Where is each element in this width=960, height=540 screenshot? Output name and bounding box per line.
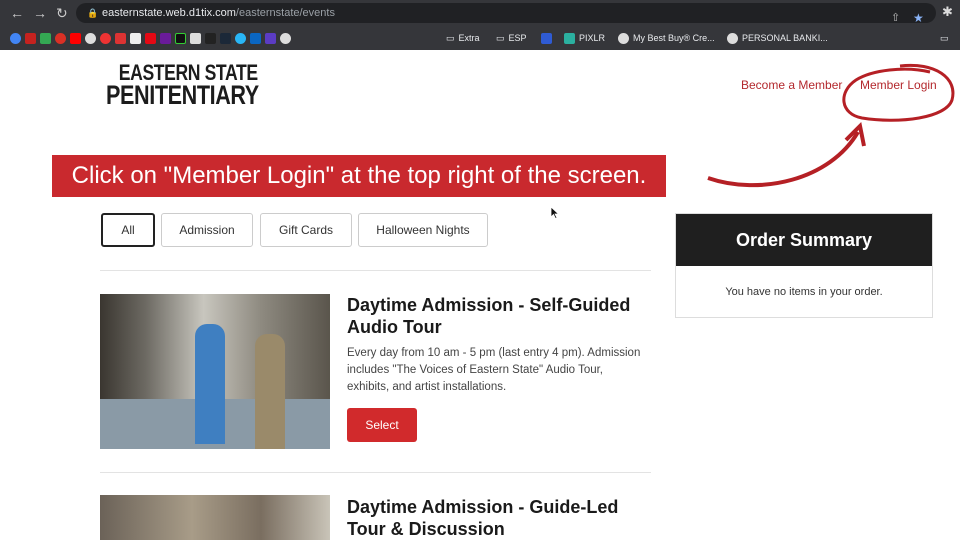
event-image[interactable] <box>100 495 330 540</box>
filter-halloween-nights[interactable]: Halloween Nights <box>358 213 488 247</box>
order-summary-title: Order Summary <box>676 214 932 266</box>
event-title[interactable]: Daytime Admission - Self-Guided Audio To… <box>347 294 647 338</box>
event-title[interactable]: Daytime Admission - Guide-Led Tour & Dis… <box>347 496 647 540</box>
divider <box>100 472 651 473</box>
order-summary-empty: You have no items in your order. <box>725 286 883 298</box>
select-button[interactable]: Select <box>347 408 417 442</box>
instruction-banner: Click on "Member Login" at the top right… <box>52 155 666 197</box>
filter-gift-cards[interactable]: Gift Cards <box>260 213 352 247</box>
mouse-cursor-icon <box>550 206 560 220</box>
filter-admission[interactable]: Admission <box>161 213 253 247</box>
event-description: Every day from 10 am - 5 pm (last entry … <box>347 347 641 393</box>
filter-all[interactable]: All <box>101 213 155 247</box>
divider <box>100 270 651 271</box>
event-image[interactable] <box>100 294 330 449</box>
order-summary-panel: Order Summary You have no items in your … <box>675 213 933 318</box>
